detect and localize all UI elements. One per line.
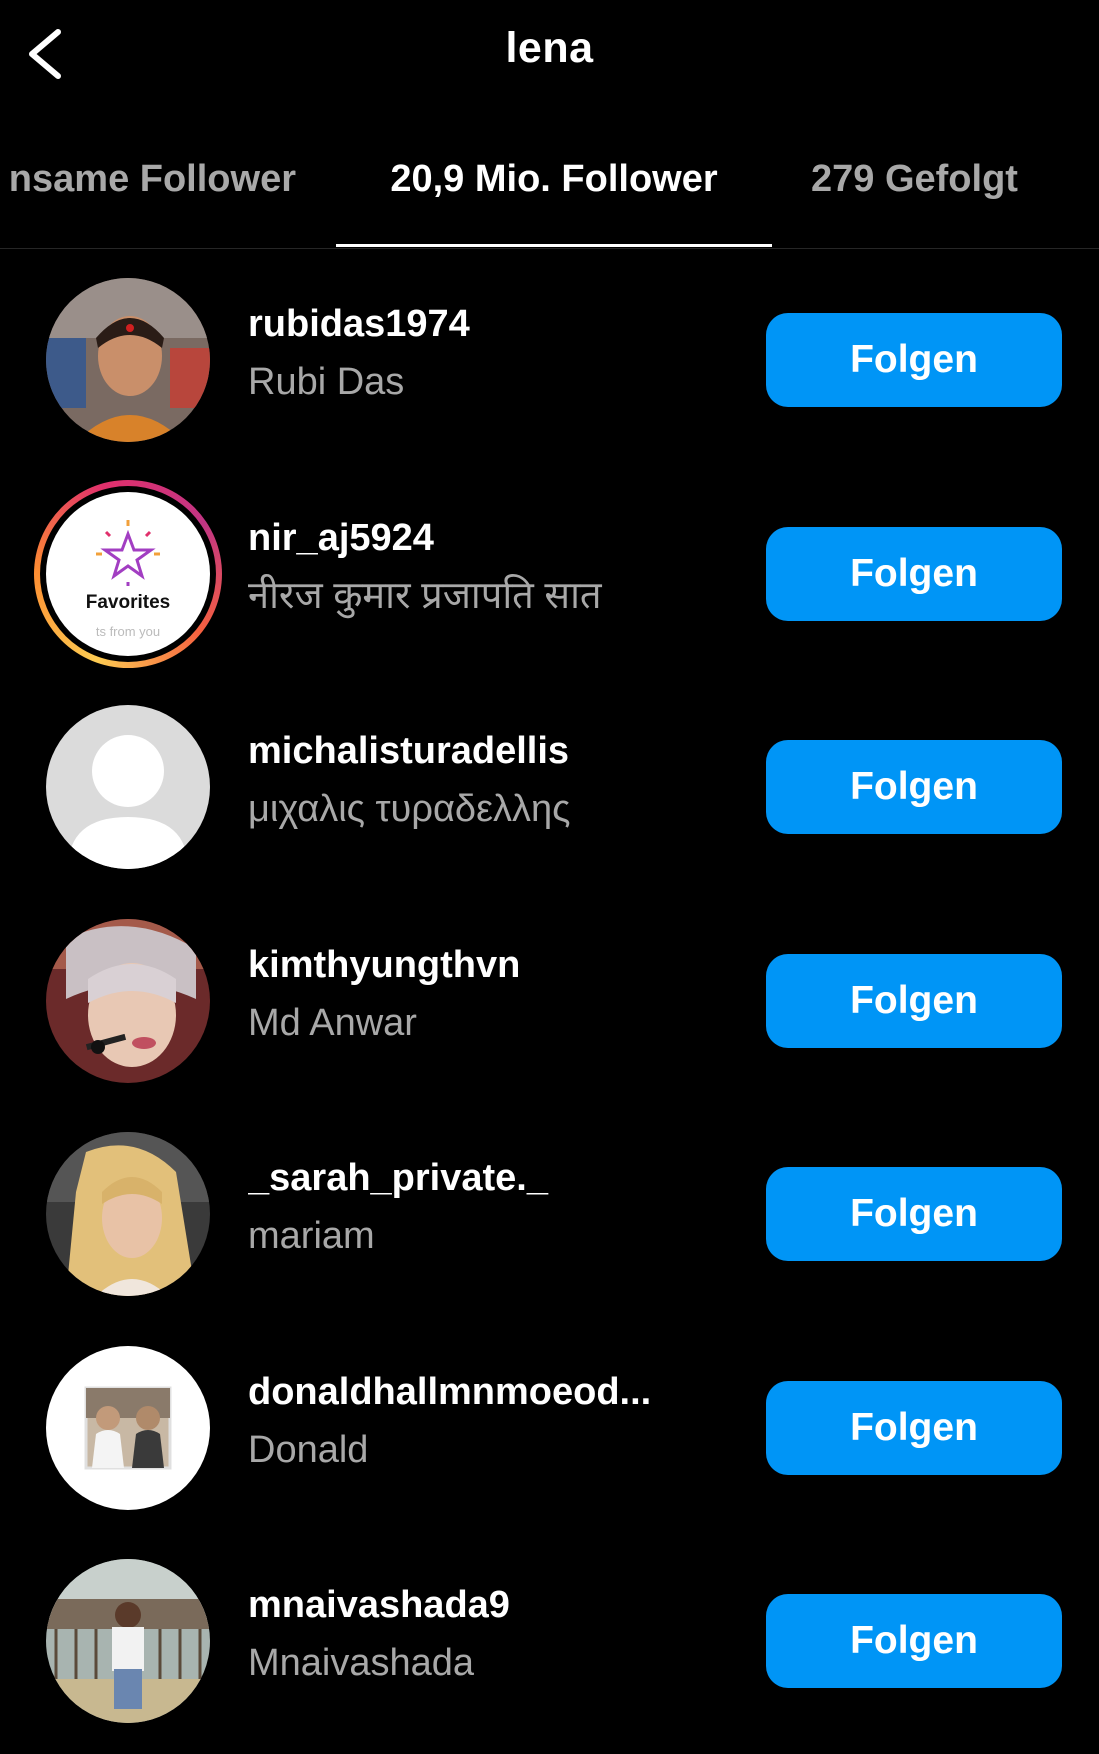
full-name: mariam: [248, 1215, 375, 1257]
avatar[interactable]: [46, 918, 210, 1083]
avatar[interactable]: [46, 705, 210, 869]
avatar-story-ring[interactable]: Favorites ts from you: [34, 479, 222, 668]
list-item: mnaivashada9 Mnaivashada Folgen: [0, 1534, 1099, 1748]
page-title: lena: [505, 24, 594, 72]
username[interactable]: michalisturadellis: [248, 728, 708, 774]
default-avatar-icon: [46, 705, 210, 869]
user-info: nir_aj5924 नीरज कुमार प्रजापति सात: [248, 515, 708, 621]
user-info: mnaivashada9 Mnaivashada: [248, 1582, 708, 1688]
username[interactable]: mnaivashada9: [248, 1582, 708, 1628]
follow-button[interactable]: Folgen: [766, 1380, 1062, 1475]
user-info: michalisturadellis μιχαλις τυραδελλης: [248, 728, 708, 834]
full-name: Donald: [248, 1428, 369, 1471]
avatar[interactable]: [46, 278, 210, 442]
tab-following[interactable]: 279 Gefolgt: [811, 158, 1018, 201]
follow-button[interactable]: Folgen: [766, 740, 1062, 834]
avatar-subcaption: ts from you: [95, 623, 161, 639]
avatar: Favorites ts from you: [46, 491, 210, 656]
avatar[interactable]: [46, 1559, 210, 1723]
list-item: Favorites ts from you nir_aj5924 नीरज कु…: [0, 467, 1099, 681]
tab-bar: nsame Follower 20,9 Mio. Follower 279 Ge…: [0, 128, 1099, 249]
avatar-caption: Favorites: [85, 591, 171, 613]
follow-button[interactable]: Folgen: [766, 1594, 1062, 1688]
follow-button[interactable]: Folgen: [766, 1167, 1062, 1261]
tab-followers[interactable]: 20,9 Mio. Follower: [336, 158, 772, 201]
tab-mutual-followers[interactable]: nsame Follower: [9, 158, 296, 201]
follow-button[interactable]: Folgen: [766, 526, 1062, 621]
avatar[interactable]: [46, 1132, 210, 1296]
username[interactable]: donaldhallmnmoeod...: [248, 1369, 708, 1415]
active-tab-indicator: [336, 244, 772, 247]
full-name: Md Anwar: [248, 1001, 417, 1044]
list-item: _sarah_private._ mariam Folgen: [0, 1107, 1099, 1321]
followers-list: rubidas1974 Rubi Das Folgen Favorites ts…: [0, 253, 1099, 1748]
user-info: rubidas1974 Rubi Das: [248, 301, 708, 407]
full-name: Mnaivashada: [248, 1642, 475, 1684]
follow-button[interactable]: Folgen: [766, 953, 1062, 1048]
username[interactable]: kimthyungthvn: [248, 942, 708, 988]
list-item: michalisturadellis μιχαλις τυραδελλης Fo…: [0, 680, 1099, 894]
list-item: rubidas1974 Rubi Das Folgen: [0, 253, 1099, 467]
username[interactable]: rubidas1974: [248, 301, 708, 347]
full-name: μιχαλις τυραδελλης: [248, 788, 571, 830]
full-name: Rubi Das: [248, 361, 405, 403]
user-info: kimthyungthvn Md Anwar: [248, 942, 708, 1048]
username[interactable]: _sarah_private._: [248, 1155, 708, 1201]
user-info: _sarah_private._ mariam: [248, 1155, 708, 1261]
follow-button[interactable]: Folgen: [766, 313, 1062, 407]
top-bar: lena: [0, 0, 1099, 110]
list-item: kimthyungthvn Md Anwar Folgen: [0, 894, 1099, 1108]
full-name: नीरज कुमार प्रजापति सात: [248, 574, 602, 617]
list-item: donaldhallmnmoeod... Donald Folgen: [0, 1321, 1099, 1535]
username[interactable]: nir_aj5924: [248, 515, 708, 561]
avatar[interactable]: [46, 1345, 210, 1510]
user-info: donaldhallmnmoeod... Donald: [248, 1369, 708, 1475]
